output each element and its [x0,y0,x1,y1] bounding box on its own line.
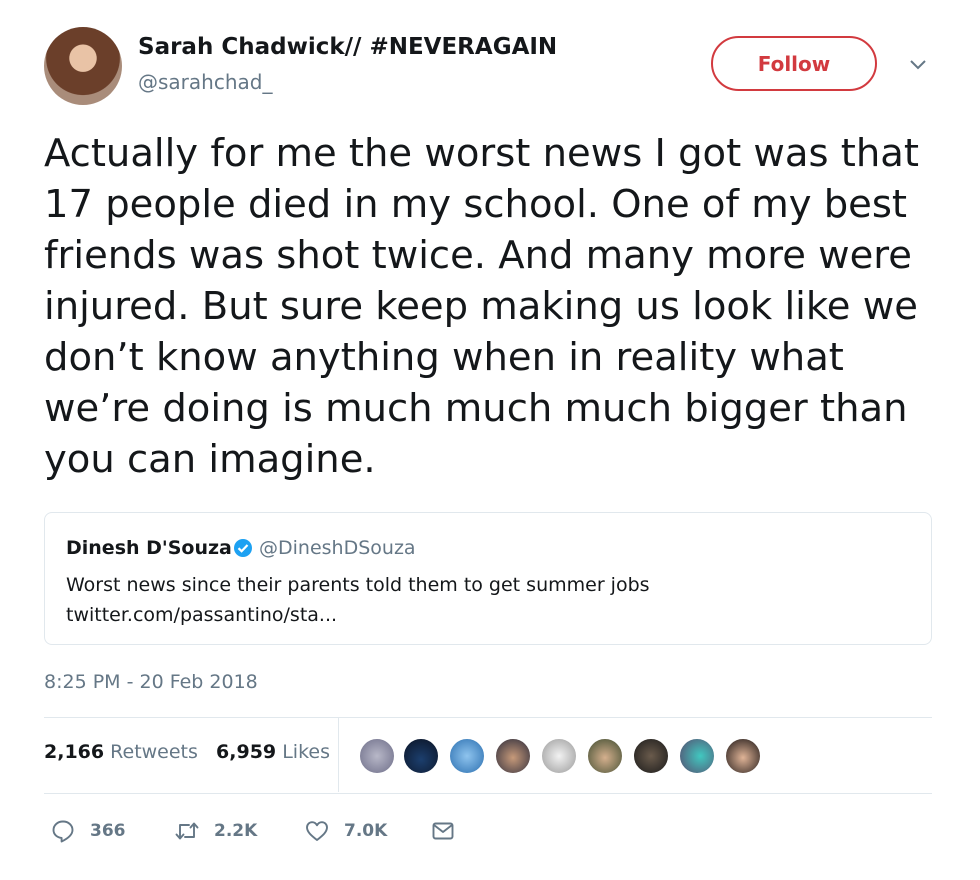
quoted-link[interactable]: twitter.com/passantino/sta... [66,600,650,630]
quoted-author-name: Dinesh D'Souza [66,537,232,559]
likes-label: Likes [282,741,330,763]
retweets-stat[interactable]: 2,166 Retweets [44,741,198,763]
follow-button[interactable]: Follow [711,36,877,91]
likes-stat[interactable]: 6,959 Likes [216,741,330,763]
engagement-stats: 2,166 Retweets 6,959 Likes [44,741,330,763]
liker-avatar[interactable] [448,737,486,775]
tweet-text: Actually for me the worst news I got was… [44,128,944,485]
liker-avatar[interactable] [494,737,532,775]
tweet-line: don’t know anything when in reality what [44,335,844,380]
author-handle[interactable]: @sarahchad_ [138,70,272,94]
liker-avatar[interactable] [586,737,624,775]
verified-badge-icon [234,539,252,557]
reply-icon [52,820,74,843]
author-name[interactable]: Sarah Chadwick// #NEVERAGAIN [138,34,557,60]
retweets-count: 2,166 [44,741,105,763]
like-count: 7.0K [344,821,388,841]
like-action[interactable]: 7.0K [304,818,387,844]
liker-avatar[interactable] [678,737,716,775]
tweet-line: injured. But sure keep making us look li… [44,284,918,329]
quoted-tweet[interactable]: Dinesh D'Souza @DineshDSouza Worst news … [44,512,932,645]
quoted-author-handle: @DineshDSouza [259,537,416,559]
liker-avatar[interactable] [402,737,440,775]
divider [338,718,339,792]
liker-avatar[interactable] [724,737,762,775]
quoted-text: Worst news since their parents told them… [66,570,650,630]
message-icon [432,822,454,840]
liker-avatar[interactable] [540,737,578,775]
tweet-line: we’re doing is much much much bigger tha… [44,386,908,431]
reply-count: 366 [90,821,126,841]
retweets-label: Retweets [110,741,198,763]
retweet-icon [175,822,199,840]
tweet-line: you can imagine. [44,437,376,482]
chevron-down-icon[interactable] [906,52,930,76]
divider [44,793,932,794]
liker-avatar[interactable] [632,737,670,775]
author-avatar[interactable] [44,27,122,105]
divider [44,717,932,718]
tweet-line: 17 people died in my school. One of my b… [44,182,908,227]
retweet-action[interactable]: 2.2K [174,818,257,844]
tweet-line: friends was shot twice. And many more we… [44,233,912,278]
like-icon [306,821,328,841]
reply-action[interactable]: 366 [50,818,126,844]
tweet-line: Actually for me the worst news I got was… [44,131,919,176]
liker-avatar[interactable] [358,737,396,775]
tweet-timestamp[interactable]: 8:25 PM - 20 Feb 2018 [44,671,258,693]
likes-count: 6,959 [216,741,277,763]
message-action[interactable] [430,818,456,844]
quoted-body: Worst news since their parents told them… [66,574,650,596]
retweet-count: 2.2K [214,821,258,841]
